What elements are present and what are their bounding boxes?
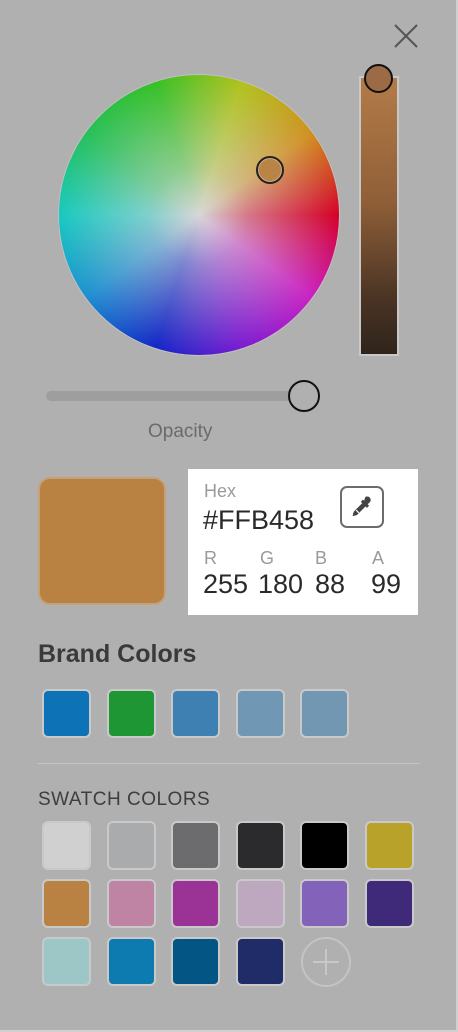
color-preview — [38, 477, 166, 605]
opacity-slider[interactable] — [46, 391, 308, 401]
swatch-color[interactable] — [235, 821, 285, 870]
a-input[interactable]: 99 — [371, 569, 401, 600]
hue-saturation-wheel[interactable] — [58, 74, 340, 356]
brand-swatch[interactable] — [235, 689, 285, 738]
g-label: G — [260, 548, 275, 568]
close-button[interactable] — [390, 20, 422, 52]
plus-icon — [313, 949, 339, 975]
brand-swatch[interactable] — [42, 689, 91, 738]
eyedropper-button[interactable] — [340, 486, 384, 528]
b-label: B — [315, 548, 328, 568]
hex-label: Hex — [204, 481, 237, 501]
r-label: R — [204, 548, 217, 568]
swatch-color[interactable] — [235, 879, 285, 928]
swatch-color[interactable] — [300, 879, 349, 928]
swatch-color[interactable] — [235, 937, 285, 986]
swatch-color[interactable] — [106, 879, 156, 928]
color-values-card: Hex #FFB458 R G B A 255 180 88 99 — [188, 469, 418, 615]
brand-colors-title: Brand Colors — [38, 640, 197, 668]
close-icon — [394, 24, 418, 48]
swatch-color[interactable] — [42, 937, 91, 986]
g-input[interactable]: 180 — [258, 569, 303, 600]
opacity-handle[interactable] — [288, 380, 320, 412]
swatch-color[interactable] — [364, 879, 414, 928]
swatch-color[interactable] — [171, 937, 220, 986]
opacity-label: Opacity — [148, 421, 213, 442]
swatch-color[interactable] — [42, 821, 91, 870]
hue-saturation-handle[interactable] — [256, 156, 284, 184]
brightness-slider[interactable] — [359, 76, 399, 356]
swatch-color[interactable] — [171, 821, 220, 870]
swatch-color[interactable] — [364, 821, 414, 870]
brand-swatch[interactable] — [106, 689, 156, 738]
swatch-color[interactable] — [300, 821, 349, 870]
color-picker-panel: Opacity Hex #FFB458 R G B A 255 180 88 9… — [0, 0, 458, 1032]
swatch-color[interactable] — [171, 879, 220, 928]
brightness-handle[interactable] — [364, 64, 393, 93]
eyedropper-icon — [352, 496, 371, 516]
divider — [38, 763, 420, 764]
b-input[interactable]: 88 — [315, 569, 345, 600]
swatch-color[interactable] — [42, 879, 91, 928]
brand-swatch[interactable] — [300, 689, 349, 738]
swatch-color[interactable] — [106, 937, 156, 986]
brand-swatch[interactable] — [171, 689, 220, 738]
swatch-colors-title: SWATCH COLORS — [38, 789, 211, 810]
a-label: A — [372, 548, 385, 568]
add-swatch-button[interactable] — [301, 937, 351, 987]
swatch-color[interactable] — [106, 821, 156, 870]
r-input[interactable]: 255 — [203, 569, 248, 600]
hex-input[interactable]: #FFB458 — [203, 505, 314, 536]
